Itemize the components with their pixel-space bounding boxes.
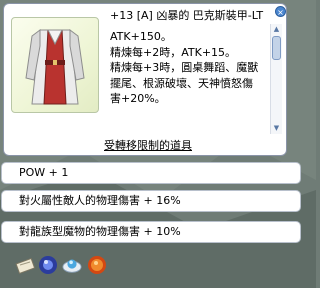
option-row-dragon: 對龍族型魔物的物理傷害 + 10% [1,221,301,243]
scroll-down-arrow-icon[interactable]: ▼ [271,124,282,133]
scroll-up-arrow-icon[interactable]: ▲ [271,25,282,34]
option-row-fire: 對火屬性敵人的物理傷害 + 16% [1,190,301,212]
item-tooltip-window: +13 [A] 凶暴的 巴克斯裝甲-LT × ATK+150。 精煉每+2時，A… [3,3,287,156]
restriction-link[interactable]: 受轉移限制的道具 [104,139,192,153]
description-line: 精煉每+2時，ATK+15。 [110,45,237,59]
armor-icon [25,29,85,105]
description-line: 擺尾、根源破壞、天神憤怒傷 [110,76,253,90]
description-line: ATK+150。 [110,30,172,43]
option-row-pow: POW + 1 [1,162,301,184]
close-button[interactable]: × [275,6,286,17]
crystal-disc-icon[interactable] [62,255,82,275]
item-image-frame [11,17,99,113]
fire-gem-icon[interactable] [87,255,107,275]
scroll-icon[interactable] [15,255,35,275]
scrollbar-thumb[interactable] [272,36,281,60]
description-scrollbar[interactable]: ▲ ▼ [270,24,282,134]
description-line: 害+20%。 [110,92,166,105]
item-description: ATK+150。 精煉每+2時，ATK+15。 精煉每+3時，圓桌舞蹈、魔獸 擺… [110,29,268,107]
description-line: 精煉每+3時，圓桌舞蹈、魔獸 [110,61,259,74]
blue-orb-icon[interactable] [38,255,58,275]
item-title: +13 [A] 凶暴的 巴克斯裝甲-LT [110,9,264,22]
